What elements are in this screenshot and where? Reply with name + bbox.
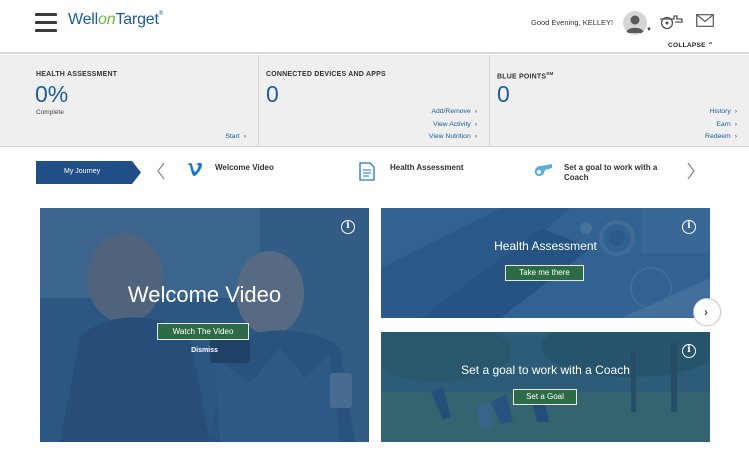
chevron-up-icon: ⌃ <box>707 42 714 49</box>
journey-item-label: Set a goal to work with a Coach <box>564 163 658 182</box>
chevron-right-icon: › <box>243 133 246 140</box>
start-link[interactable]: Start › <box>225 131 246 144</box>
chevron-right-icon: › <box>474 120 477 128</box>
blue-points-stat: BLUE POINTSSM 0 History › Earn › Redeem › <box>490 55 749 147</box>
view-nutrition-link[interactable]: View Nutrition › <box>429 131 477 144</box>
info-icon[interactable]: i <box>682 220 696 234</box>
health-assessment-stat: HEALTH ASSESSMENT 0% Complete Start › <box>0 55 259 147</box>
user-icon <box>626 15 644 33</box>
view-activity-link[interactable]: View Activity › <box>429 119 477 132</box>
journey-item-health-assessment[interactable]: Health Assessment <box>359 162 464 186</box>
journey-item-label: Health Assessment <box>390 163 464 172</box>
chevron-right-icon[interactable] <box>686 162 696 185</box>
take-me-there-button[interactable]: Take me there <box>505 265 584 281</box>
chevron-right-icon: › <box>734 108 737 115</box>
chevron-right-icon: › <box>734 133 737 140</box>
card-title: Health Assessment <box>494 239 597 253</box>
card-overlay <box>381 332 710 442</box>
card-overlay <box>381 208 710 318</box>
connected-devices-stat: CONNECTED DEVICES AND APPS 0 Add/Remove ›… <box>259 55 490 147</box>
card-title: Welcome Video <box>127 282 282 307</box>
journey-item-label: Welcome Video <box>215 163 274 172</box>
page: WellonTarget® Good Evening, KELLEY! ▼ CO… <box>0 0 749 452</box>
welcome-video-card[interactable]: i Welcome Video Watch The Video Dismiss <box>40 208 369 442</box>
journey-item-welcome-video[interactable]: Welcome Video <box>184 162 274 183</box>
my-journey-tab[interactable]: My Journey <box>36 161 141 184</box>
chevron-right-icon: › <box>474 108 477 115</box>
add-remove-link[interactable]: Add/Remove › <box>429 106 477 119</box>
coach-goal-card[interactable]: i Set a goal to work with a Coach Set a … <box>381 332 710 442</box>
logo[interactable]: WellonTarget® <box>68 11 163 29</box>
top-header: WellonTarget® Good Evening, KELLEY! ▼ CO… <box>0 0 749 54</box>
dismiss-link[interactable]: Dismiss <box>40 347 369 354</box>
health-assessment-card[interactable]: i Health Assessment Take me there <box>381 208 710 318</box>
chevron-right-icon: › <box>734 120 737 128</box>
chevron-right-icon: › <box>474 133 477 140</box>
stats-panel: HEALTH ASSESSMENT 0% Complete Start › CON… <box>0 55 749 147</box>
hamburger-menu-icon[interactable] <box>35 13 57 32</box>
vimeo-icon <box>185 162 202 176</box>
stat-subtext: Complete <box>36 109 64 116</box>
mail-icon[interactable] <box>696 14 714 32</box>
next-card-button[interactable]: › <box>693 298 721 326</box>
stat-title: BLUE POINTSSM <box>497 71 554 81</box>
journey-item-set-goal-coach[interactable]: Set a goal to work with a Coach <box>533 162 657 183</box>
earn-link[interactable]: Earn › <box>705 119 737 132</box>
stat-value: 0% <box>35 81 69 107</box>
whistle-icon[interactable] <box>658 13 684 36</box>
redeem-link[interactable]: Redeem › <box>705 131 737 144</box>
chevron-left-icon[interactable] <box>156 162 166 185</box>
my-journey-label: My Journey <box>64 168 101 175</box>
chevron-right-icon: › <box>704 305 708 319</box>
info-icon[interactable]: i <box>682 344 696 358</box>
stat-value: 0 <box>497 81 510 107</box>
card-title: Set a goal to work with a Coach <box>461 363 630 377</box>
chevron-down-icon[interactable]: ▼ <box>646 27 652 33</box>
stat-value: 0 <box>266 81 279 107</box>
greeting-text: Good Evening, KELLEY! <box>531 18 614 27</box>
whistle-icon <box>534 164 552 176</box>
watch-video-button[interactable]: Watch The Video <box>157 323 249 340</box>
avatar[interactable] <box>623 11 647 35</box>
set-goal-button[interactable]: Set a Goal <box>513 389 577 405</box>
stat-title: CONNECTED DEVICES AND APPS <box>266 71 386 78</box>
collapse-button[interactable]: COLLAPSE ⌃ <box>668 41 714 49</box>
info-icon[interactable]: i <box>341 220 355 234</box>
stat-title: HEALTH ASSESSMENT <box>36 71 118 78</box>
document-icon <box>359 162 375 181</box>
journey-bar: My Journey Welcome Video Health Assessme… <box>0 148 749 198</box>
history-link[interactable]: History › <box>705 106 737 119</box>
